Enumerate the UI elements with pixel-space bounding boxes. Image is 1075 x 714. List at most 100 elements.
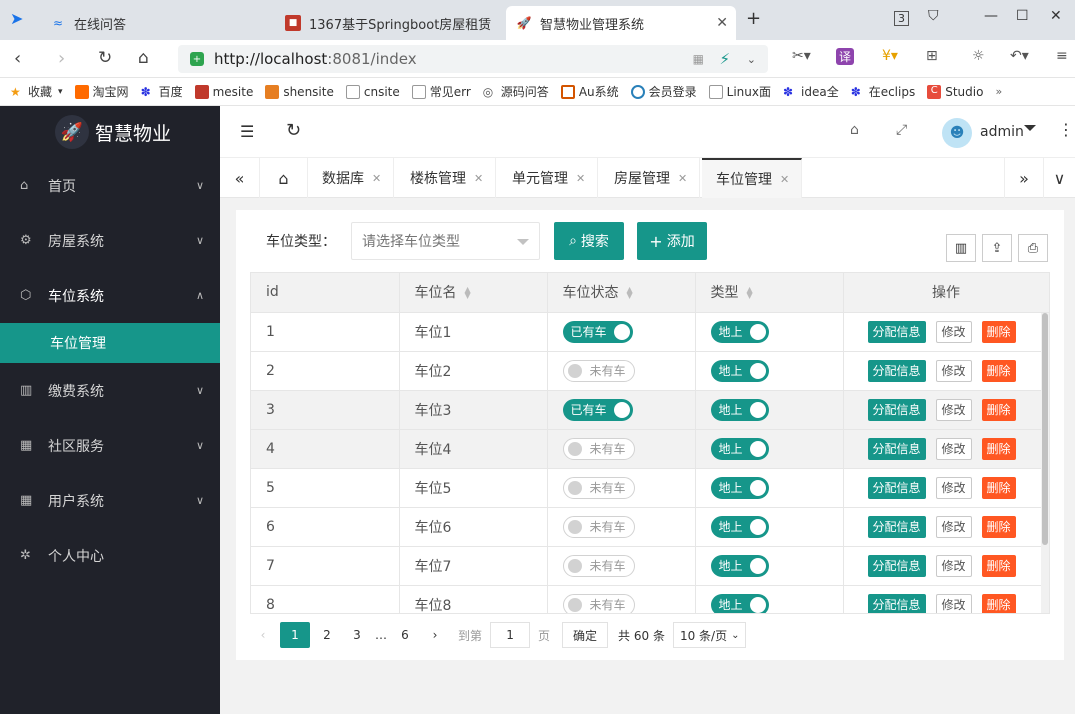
sidebar-subitem-parking-manage[interactable]: 车位管理: [0, 323, 220, 363]
edit-button[interactable]: 修改: [935, 398, 972, 421]
sort-icon[interactable]: ▲ ▼: [465, 286, 471, 300]
brightness-icon[interactable]: ☼: [972, 48, 985, 64]
bookmark-item[interactable]: shensite: [265, 84, 334, 99]
close-icon[interactable]: ✕: [678, 172, 687, 185]
caret-down-icon[interactable]: [1024, 125, 1036, 131]
edit-button[interactable]: 修改: [935, 437, 972, 460]
tab-unit[interactable]: 单元管理 ✕: [498, 158, 599, 198]
bookmark-favorites[interactable]: ★ 收藏 ▾: [10, 83, 63, 100]
goto-confirm-button[interactable]: 确定: [562, 622, 609, 648]
bookmark-item[interactable]: Au系统: [560, 83, 619, 100]
new-tab-icon[interactable]: +: [746, 8, 761, 29]
status-switch[interactable]: 未有车: [562, 515, 635, 538]
status-switch[interactable]: 未有车: [562, 593, 635, 613]
type-switch[interactable]: 地上: [710, 515, 769, 538]
tab-count-badge[interactable]: 3: [894, 11, 909, 26]
app-logo[interactable]: 🚀 智慧物业: [0, 106, 220, 158]
sidebar-item-home[interactable]: ⌂ 首页 ∨: [0, 158, 220, 213]
bookmark-item[interactable]: Linux面: [708, 83, 771, 100]
tab-parking[interactable]: 车位管理 ✕: [702, 158, 803, 198]
tabs-menu-icon[interactable]: ∨: [1044, 158, 1075, 198]
sort-icon[interactable]: ▲ ▼: [747, 286, 753, 300]
status-switch[interactable]: 未有车: [562, 437, 635, 460]
columns-filter-icon[interactable]: ▥: [946, 234, 976, 262]
browser-tab-3[interactable]: 🚀 智慧物业管理系统 ✕: [506, 6, 736, 40]
chevron-down-icon[interactable]: ⌄: [747, 53, 756, 66]
window-close-icon[interactable]: ✕: [1050, 8, 1062, 24]
type-switch[interactable]: 地上: [710, 437, 769, 460]
status-switch[interactable]: 已有车: [562, 398, 633, 421]
bookmark-item[interactable]: C Studio: [927, 84, 983, 99]
assign-button[interactable]: 分配信息: [867, 593, 926, 613]
type-switch[interactable]: 地上: [710, 359, 769, 382]
bookmark-item[interactable]: cnsite: [345, 84, 400, 99]
assign-button[interactable]: 分配信息: [867, 476, 926, 499]
search-button[interactable]: ⌕ 搜索: [554, 222, 624, 260]
type-switch[interactable]: 地上: [710, 320, 769, 343]
scissors-icon[interactable]: ✂▾: [792, 48, 811, 64]
maximize-icon[interactable]: ☐: [1016, 8, 1029, 24]
assign-button[interactable]: 分配信息: [867, 359, 926, 382]
browser-tab-1[interactable]: ≈ 在线问答: [40, 6, 270, 40]
back-icon[interactable]: ‹: [14, 48, 21, 69]
apps-grid-icon[interactable]: ⊞: [926, 48, 938, 64]
bookmark-item[interactable]: 会员登录: [630, 83, 697, 100]
delete-button[interactable]: 删除: [981, 398, 1016, 421]
next-page-icon[interactable]: ›: [422, 622, 448, 648]
browser-menu-icon[interactable]: ≡: [1056, 48, 1068, 64]
close-icon[interactable]: ✕: [372, 172, 381, 185]
sidebar-item-parking[interactable]: ⬡ 车位系统 ∧: [0, 268, 220, 323]
status-switch[interactable]: 未有车: [562, 359, 635, 382]
shirt-icon[interactable]: ⛉: [928, 8, 939, 24]
bookmark-item[interactable]: ✽ 百度: [141, 83, 183, 100]
assign-button[interactable]: 分配信息: [867, 437, 926, 460]
more-vert-icon[interactable]: ⋮: [1058, 120, 1074, 139]
page-button[interactable]: 2: [314, 622, 340, 648]
tab-building[interactable]: 楼栋管理 ✕: [396, 158, 497, 198]
sidebar-item-profile[interactable]: ✲ 个人中心: [0, 528, 220, 583]
lightning-icon[interactable]: ⚡: [719, 50, 730, 68]
bookmark-item[interactable]: ✽ idea全: [783, 83, 839, 100]
type-switch[interactable]: 地上: [710, 554, 769, 577]
bookmark-item[interactable]: 常见err: [411, 83, 471, 100]
sidebar-item-community[interactable]: ▦ 社区服务 ∨: [0, 418, 220, 473]
edit-button[interactable]: 修改: [935, 320, 972, 343]
goto-page-input[interactable]: 1: [490, 622, 531, 648]
close-tab-icon[interactable]: ✕: [716, 15, 728, 31]
close-icon[interactable]: ✕: [780, 173, 789, 186]
prev-page-icon[interactable]: ‹: [250, 622, 276, 648]
close-icon[interactable]: ✕: [576, 172, 585, 185]
add-button[interactable]: + 添加: [637, 222, 707, 260]
more-bookmarks-icon[interactable]: »: [995, 85, 1002, 98]
undo-icon[interactable]: ↶▾: [1010, 48, 1029, 64]
translate-icon[interactable]: 译: [836, 48, 855, 65]
print-icon[interactable]: ⎙: [1018, 234, 1048, 262]
delete-button[interactable]: 删除: [981, 476, 1016, 499]
scrollbar-thumb[interactable]: [1042, 313, 1048, 545]
status-switch[interactable]: 未有车: [562, 554, 635, 577]
delete-button[interactable]: 删除: [981, 437, 1016, 460]
delete-button[interactable]: 删除: [981, 593, 1016, 613]
close-icon[interactable]: ✕: [474, 172, 483, 185]
header-status[interactable]: 车位状态 ▲ ▼: [547, 273, 696, 313]
bookmark-item[interactable]: 淘宝网: [74, 83, 129, 100]
edit-button[interactable]: 修改: [935, 476, 972, 499]
home-icon[interactable]: ⌂: [138, 48, 149, 68]
header-type[interactable]: 类型 ▲ ▼: [695, 273, 844, 313]
header-id[interactable]: id: [251, 273, 400, 313]
browser-tab-2[interactable]: ■ 1367基于Springboot房屋租赁: [275, 6, 505, 40]
page-button[interactable]: 3: [344, 622, 370, 648]
bookmark-item[interactable]: ✽ 在eclips: [851, 83, 916, 100]
page-button[interactable]: 1: [280, 622, 310, 648]
tabs-next-icon[interactable]: »: [1004, 158, 1044, 198]
type-switch[interactable]: 地上: [710, 476, 769, 499]
type-switch[interactable]: 地上: [710, 593, 769, 613]
forward-icon[interactable]: ›: [58, 48, 65, 69]
avatar[interactable]: ☻: [942, 118, 972, 148]
coin-icon[interactable]: ¥▾: [882, 48, 898, 64]
tab-database[interactable]: 数据库 ✕: [308, 158, 395, 198]
header-name[interactable]: 车位名 ▲ ▼: [399, 273, 548, 313]
reload-icon[interactable]: ↻: [98, 48, 112, 68]
page-size-select[interactable]: 10 条/页 ⌄: [672, 622, 747, 648]
assign-button[interactable]: 分配信息: [867, 554, 926, 577]
